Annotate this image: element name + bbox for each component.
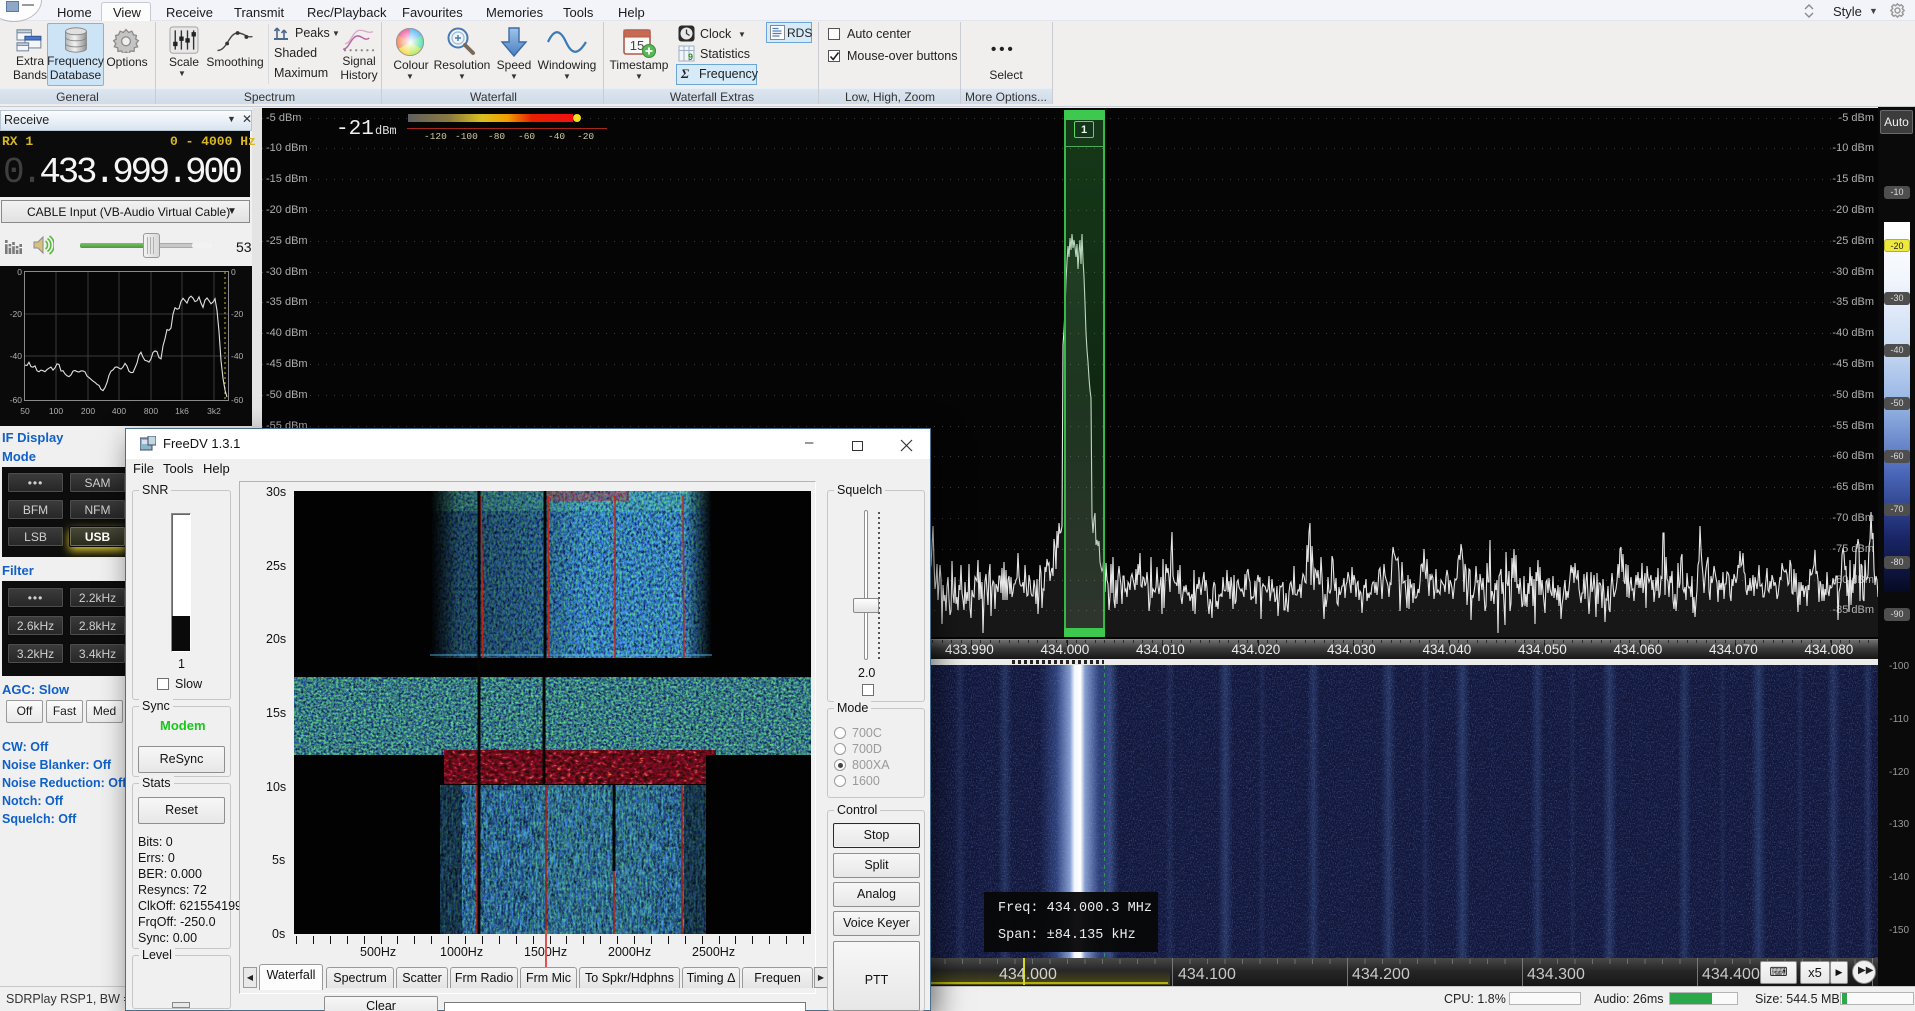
svg-text:-20: -20 — [10, 309, 23, 319]
svg-text:1k6: 1k6 — [175, 406, 189, 416]
svg-text:200: 200 — [81, 406, 95, 416]
svg-text:3k2: 3k2 — [207, 406, 221, 416]
svg-text:800: 800 — [144, 406, 158, 416]
svg-text:-40: -40 — [231, 351, 244, 361]
svg-text:50: 50 — [20, 406, 30, 416]
svg-text:100: 100 — [49, 406, 63, 416]
svg-text:400: 400 — [112, 406, 126, 416]
svg-text:9: 9 — [688, 52, 693, 62]
svg-text:0: 0 — [17, 267, 22, 277]
svg-text:0: 0 — [231, 267, 236, 277]
svg-text:-60: -60 — [231, 395, 244, 405]
svg-text:-20: -20 — [231, 309, 244, 319]
svg-text:-40: -40 — [10, 351, 23, 361]
svg-text:-60: -60 — [10, 395, 23, 405]
